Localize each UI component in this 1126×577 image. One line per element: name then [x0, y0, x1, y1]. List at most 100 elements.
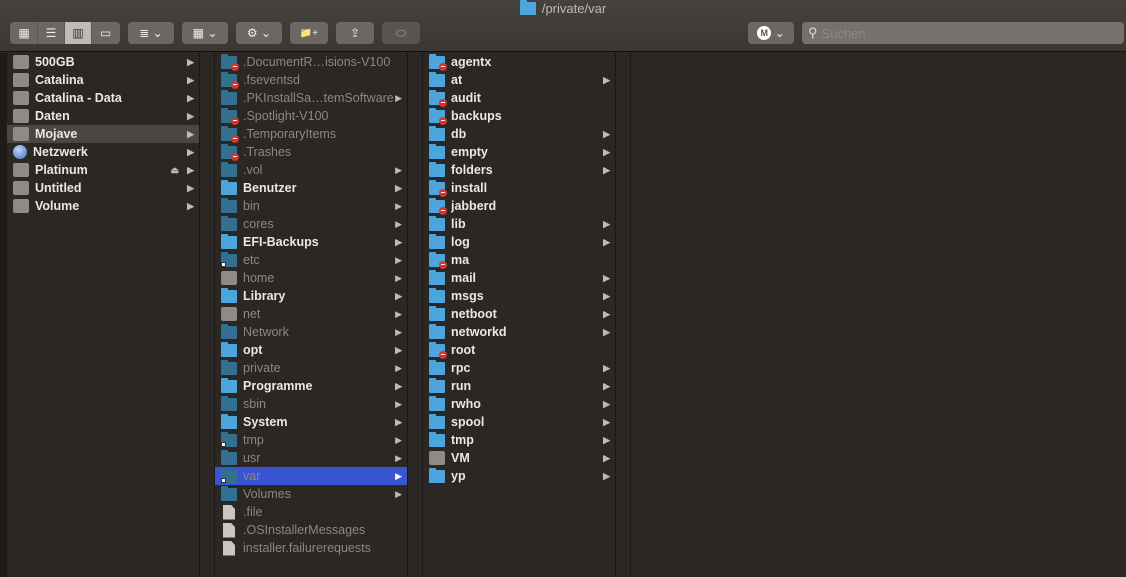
window-title: /private/var	[0, 0, 1126, 16]
list-item[interactable]: mail ▶	[423, 269, 615, 287]
list-item[interactable]: var ▶	[215, 467, 407, 485]
list-item[interactable]: rpc ▶	[423, 359, 615, 377]
list-item[interactable]: .PKInstallSa…temSoftware ▶	[215, 89, 407, 107]
alias-badge-icon	[221, 441, 226, 447]
disclosure-arrow-icon: ▶	[187, 164, 194, 175]
search-icon: ⚲	[808, 25, 818, 40]
list-item[interactable]: agentx	[423, 53, 615, 71]
list-item[interactable]: Platinum ⏏ ▶	[7, 161, 199, 179]
list-item[interactable]: Catalina ▶	[7, 71, 199, 89]
group-button[interactable]: ≣ ⌄	[128, 22, 174, 44]
list-item[interactable]: bin ▶	[215, 197, 407, 215]
item-label: Catalina	[35, 73, 84, 87]
list-item[interactable]: System ▶	[215, 413, 407, 431]
list-item[interactable]: root	[423, 341, 615, 359]
list-item[interactable]: .fseventsd	[215, 71, 407, 89]
list-item[interactable]: .OSInstallerMessages	[215, 521, 407, 539]
folder-icon	[221, 233, 237, 249]
list-item[interactable]: Volumes ▶	[215, 485, 407, 503]
list-item[interactable]: cores ▶	[215, 215, 407, 233]
list-item[interactable]: tmp ▶	[423, 431, 615, 449]
list-item[interactable]: tmp ▶	[215, 431, 407, 449]
list-item[interactable]: .Spotlight-V100	[215, 107, 407, 125]
list-item[interactable]: etc ▶	[215, 251, 407, 269]
list-item[interactable]: .DocumentR…isions-V100	[215, 53, 407, 71]
disclosure-arrow-icon: ▶	[603, 128, 610, 139]
list-item[interactable]: folders ▶	[423, 161, 615, 179]
list-item[interactable]: Mojave ▶	[7, 125, 199, 143]
list-item[interactable]: spool ▶	[423, 413, 615, 431]
list-item[interactable]: lib ▶	[423, 215, 615, 233]
list-item[interactable]: 500GB ▶	[7, 53, 199, 71]
list-item[interactable]: Volume ▶	[7, 197, 199, 215]
list-item[interactable]: log ▶	[423, 233, 615, 251]
tag-button[interactable]: ⬭	[382, 22, 420, 44]
new-folder-button[interactable]: 📁+	[290, 22, 328, 44]
list-item[interactable]: Library ▶	[215, 287, 407, 305]
eject-icon[interactable]: ⏏	[170, 165, 179, 176]
list-item[interactable]: sbin ▶	[215, 395, 407, 413]
list-item[interactable]: .file	[215, 503, 407, 521]
gallery-view-button[interactable]: ▭	[92, 22, 119, 44]
list-item[interactable]: opt ▶	[215, 341, 407, 359]
list-item[interactable]: .Trashes	[215, 143, 407, 161]
folder-icon	[429, 287, 445, 303]
list-view-button[interactable]: ☰	[38, 22, 65, 44]
item-label: empty	[451, 145, 488, 159]
list-item[interactable]: Netzwerk ▶	[7, 143, 199, 161]
list-item[interactable]: private ▶	[215, 359, 407, 377]
restricted-folder-icon	[429, 341, 447, 359]
sidebar-column: 500GB ▶ Catalina ▶ Catalina - Data ▶ Daten ▶ Moj…	[0, 53, 200, 577]
list-item[interactable]: home ▶	[215, 269, 407, 287]
list-item[interactable]: installer.failurerequests	[215, 539, 407, 557]
disclosure-arrow-icon: ▶	[395, 182, 402, 193]
disclosure-arrow-icon: ▶	[603, 272, 610, 283]
list-item[interactable]: net ▶	[215, 305, 407, 323]
arrange-button[interactable]: ▦ ⌄	[182, 22, 228, 44]
item-label: at	[451, 73, 463, 87]
list-item[interactable]: rwho ▶	[423, 395, 615, 413]
list-item[interactable]: usr ▶	[215, 449, 407, 467]
restricted-badge-icon	[231, 80, 239, 89]
chevron-down-icon: ⌄	[207, 26, 218, 40]
list-item[interactable]: .vol ▶	[215, 161, 407, 179]
list-item[interactable]: EFI-Backups ▶	[215, 233, 407, 251]
list-item[interactable]: empty ▶	[423, 143, 615, 161]
list-item[interactable]: Untitled ▶	[7, 179, 199, 197]
column-view-button[interactable]: ▥	[65, 22, 92, 44]
view-mode-switcher[interactable]: ▦ ☰ ▥ ▭	[10, 22, 120, 44]
list-item[interactable]: netboot ▶	[423, 305, 615, 323]
list-item[interactable]: audit	[423, 89, 615, 107]
folder-icon	[429, 413, 445, 429]
list-item[interactable]: msgs ▶	[423, 287, 615, 305]
restricted-badge-icon	[439, 350, 447, 359]
profile-icon: M	[757, 26, 772, 40]
folder-icon	[429, 215, 445, 231]
disclosure-arrow-icon: ▶	[395, 290, 402, 301]
action-button[interactable]: ⚙ ⌄	[236, 22, 282, 44]
list-item[interactable]: .TemporaryItems	[215, 125, 407, 143]
list-item[interactable]: Daten ▶	[7, 107, 199, 125]
list-item[interactable]: ma	[423, 251, 615, 269]
search-field[interactable]: ⚲ Suchen	[802, 22, 1124, 44]
list-item[interactable]: VM ▶	[423, 449, 615, 467]
share-button[interactable]: ⇪	[336, 22, 374, 44]
list-item[interactable]: backups	[423, 107, 615, 125]
list-item[interactable]: install	[423, 179, 615, 197]
var-column: agentx at ▶ audit backups db ▶ empty ▶ folders ▶ in…	[422, 53, 616, 577]
list-item[interactable]: yp ▶	[423, 467, 615, 485]
list-item[interactable]: at ▶	[423, 71, 615, 89]
list-item[interactable]: Network ▶	[215, 323, 407, 341]
list-item[interactable]: Programme ▶	[215, 377, 407, 395]
list-item[interactable]: networkd ▶	[423, 323, 615, 341]
list-item[interactable]: jabberd	[423, 197, 615, 215]
list-item[interactable]: Benutzer ▶	[215, 179, 407, 197]
list-item[interactable]: db ▶	[423, 125, 615, 143]
profile-button[interactable]: M ⌄	[748, 22, 794, 44]
item-label: audit	[451, 91, 481, 105]
list-item[interactable]: run ▶	[423, 377, 615, 395]
chevron-down-icon: ⌄	[152, 26, 163, 40]
item-label: .file	[243, 505, 263, 519]
list-item[interactable]: Catalina - Data ▶	[7, 89, 199, 107]
icon-view-button[interactable]: ▦	[11, 22, 38, 44]
